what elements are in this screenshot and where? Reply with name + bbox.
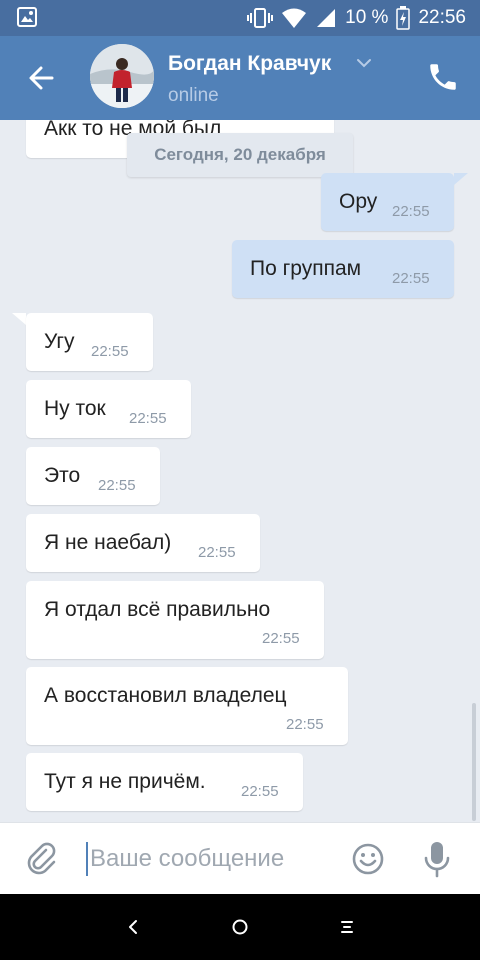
message-outgoing[interactable]: Ору 22:55 — [321, 173, 454, 231]
contact-status: online — [168, 85, 219, 106]
message-text: Тут я не причём. — [44, 770, 206, 793]
message-time: 22:55 — [91, 343, 129, 360]
wifi-icon — [282, 8, 307, 28]
signal-icon — [317, 9, 336, 27]
system-nav-bar — [0, 894, 480, 960]
smile-icon[interactable] — [351, 842, 385, 876]
message-time: 22:55 — [286, 716, 324, 733]
message-outgoing[interactable]: По группам 22:55 — [232, 240, 454, 298]
message-time: 22:55 — [392, 203, 430, 220]
vibrate-icon — [247, 8, 274, 28]
message-text: А восстановил владелец — [44, 684, 287, 707]
microphone-icon[interactable] — [420, 839, 454, 879]
avatar-image — [90, 44, 154, 108]
battery-percent: 10 % — [345, 7, 389, 28]
nav-recent-apps-icon[interactable] — [336, 916, 358, 938]
message-incoming[interactable]: Я не наебал) 22:55 — [26, 514, 260, 572]
paperclip-icon[interactable] — [24, 841, 60, 877]
message-text: Я отдал всё правильно — [44, 598, 271, 621]
message-text: Ору — [339, 190, 378, 213]
phone-icon[interactable] — [426, 60, 460, 94]
message-text: Ну ток — [44, 397, 106, 420]
message-input[interactable] — [90, 837, 330, 881]
message-time: 22:55 — [129, 410, 167, 427]
clock: 22:56 — [418, 7, 466, 28]
message-incoming[interactable]: Я отдал всё правильно 22:55 — [26, 581, 324, 659]
message-time: 22:55 — [98, 477, 136, 494]
bubble-tail — [454, 173, 468, 185]
contact-name[interactable]: Богдан Кравчук — [168, 52, 331, 76]
message-text: Это — [44, 464, 81, 487]
scrollbar[interactable] — [472, 703, 476, 821]
bubble-tail — [12, 313, 26, 325]
date-separator: Сегодня, 20 декабря — [127, 133, 353, 177]
status-bar: 10 % 22:56 — [0, 0, 480, 36]
message-time: 22:55 — [241, 783, 279, 800]
battery-charging-icon — [396, 6, 411, 30]
message-incoming[interactable]: Это 22:55 — [26, 447, 160, 505]
chat-header: Богдан Кравчук online — [0, 36, 480, 120]
arrow-left-icon[interactable] — [22, 58, 62, 98]
message-time: 22:55 — [392, 270, 430, 287]
text-cursor — [86, 842, 88, 876]
nav-back-icon[interactable] — [122, 916, 144, 938]
nav-home-icon[interactable] — [229, 916, 251, 938]
message-time: 22:55 — [262, 630, 300, 647]
message-text: Я не наебал) — [44, 531, 172, 554]
message-text: По группам — [250, 257, 362, 280]
chevron-down-icon[interactable] — [355, 56, 373, 70]
composer-bar — [0, 822, 480, 894]
message-incoming[interactable]: Угу 22:55 — [26, 313, 153, 371]
message-incoming[interactable]: Тут я не причём. 22:55 — [26, 753, 303, 811]
message-time: 22:55 — [198, 544, 236, 561]
message-incoming[interactable]: Ну ток 22:55 — [26, 380, 191, 438]
avatar[interactable] — [90, 44, 154, 108]
message-list[interactable]: Акк то не мой был Сегодня, 20 декабря Ор… — [0, 120, 480, 822]
message-incoming[interactable]: А восстановил владелец 22:55 — [26, 667, 348, 745]
photo-icon — [17, 7, 37, 27]
message-text: Угу — [44, 330, 75, 353]
